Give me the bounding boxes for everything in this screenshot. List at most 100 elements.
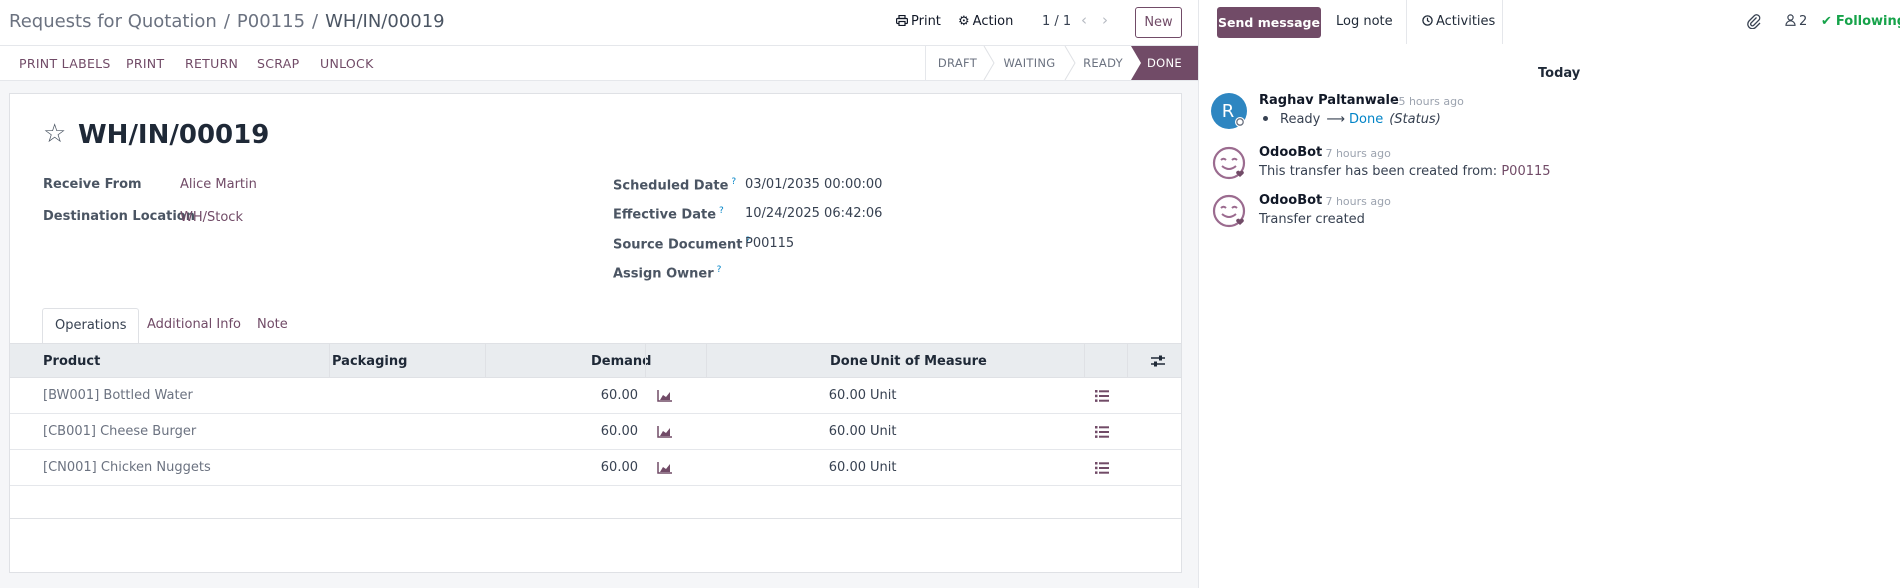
help-tooltip[interactable]: ? [719, 206, 724, 216]
chatter-message: R Raghav Paltanwale - 5 hours ago Ready ⟶… [1211, 93, 1891, 133]
activities-label: Activities [1436, 14, 1496, 29]
col-product[interactable]: Product [43, 354, 100, 369]
forecast-chart-icon[interactable] [657, 389, 673, 402]
source-document-field[interactable]: P00115 [745, 236, 794, 251]
odoobot-avatar[interactable] [1211, 145, 1247, 181]
followers-button[interactable]: 2 [1785, 14, 1807, 29]
message-body: Ready ⟶ Done (Status) [1259, 112, 1441, 127]
action-bar: PRINT LABELS PRINT RETURN SCRAP UNLOCK D… [0, 46, 1198, 81]
col-demand[interactable]: Demand [591, 354, 652, 369]
column-divider [645, 344, 646, 378]
help-tooltip[interactable]: ? [731, 177, 736, 187]
row-product: [CN001] Chicken Nuggets [43, 460, 211, 475]
record-title: WH/IN/00019 [78, 120, 270, 150]
row-done: 60.00 [828, 460, 866, 475]
tab-additional-info[interactable]: Additional Info [135, 308, 253, 344]
message-author[interactable]: OdooBot [1259, 193, 1322, 208]
col-uom[interactable]: Unit of Measure [870, 354, 987, 369]
activities-button[interactable]: Activities [1422, 14, 1495, 29]
table-row[interactable]: [BW001] Bottled Water 60.00 60.00 Unit [10, 378, 1181, 414]
receive-from-label: Receive From [43, 177, 142, 192]
chatter-panel: Send message Log note Activities 2 ✔ Foll… [1198, 0, 1900, 588]
message-body: Transfer created [1259, 212, 1365, 227]
scrap-button[interactable]: SCRAP [257, 56, 299, 71]
effective-date-field: 10/24/2025 06:42:06 [745, 206, 883, 221]
message-time: - 7 hours ago [1318, 147, 1391, 160]
table-row[interactable]: [CB001] Cheese Burger 60.00 60.00 Unit [10, 414, 1181, 450]
col-done[interactable]: Done [830, 354, 868, 369]
row-demand: 60.00 [600, 388, 638, 403]
receive-from-field[interactable]: Alice Martin [180, 177, 257, 192]
stage-draft[interactable]: DRAFT [925, 46, 989, 80]
action-label: Action [972, 14, 1014, 29]
following-button[interactable]: ✔ Following [1821, 14, 1900, 29]
log-note-button[interactable]: Log note [1336, 14, 1393, 29]
stage-done-active[interactable]: DONE [1131, 46, 1198, 80]
breadcrumb-separator: / [312, 11, 319, 32]
column-divider [1084, 344, 1085, 378]
print-labels-button[interactable]: PRINT LABELS [19, 56, 111, 71]
chatter-message: OdooBot - 7 hours ago Transfer created [1211, 193, 1891, 233]
divider [1502, 0, 1503, 44]
chevron-right-icon[interactable]: › [1102, 11, 1108, 29]
forecast-chart-icon[interactable] [657, 425, 673, 438]
source-document-label: Source Document? [613, 236, 751, 253]
breadcrumb: Requests for Quotation / P00115 / WH/IN/0001… [9, 11, 445, 32]
help-tooltip[interactable]: ? [717, 265, 722, 275]
stage-ready[interactable]: READY [1070, 46, 1136, 80]
column-divider [706, 344, 707, 378]
breadcrumb-rfq[interactable]: Requests for Quotation [9, 11, 217, 32]
odoobot-avatar[interactable] [1211, 193, 1247, 229]
destination-field[interactable]: WH/Stock [180, 210, 243, 225]
message-author[interactable]: OdooBot [1259, 145, 1322, 160]
forecast-chart-icon[interactable] [657, 461, 673, 474]
effective-date-label: Effective Date? [613, 206, 724, 223]
destination-label: Destination Location [43, 209, 195, 224]
breadcrumb-po[interactable]: P00115 [237, 11, 305, 32]
print-action-button[interactable]: PRINT [126, 56, 164, 71]
followers-count: 2 [1799, 14, 1808, 29]
return-button[interactable]: RETURN [185, 56, 238, 71]
scheduled-date-field[interactable]: 03/01/2035 00:00:00 [745, 177, 882, 192]
details-list-icon[interactable] [1095, 426, 1109, 438]
row-uom: Unit [870, 388, 897, 403]
print-button[interactable]: Print [896, 14, 941, 29]
assign-owner-field[interactable] [745, 265, 1045, 281]
pager-value[interactable]: 1 / 1 [1042, 14, 1071, 29]
optional-columns-icon[interactable] [1151, 355, 1165, 367]
tab-note[interactable]: Note [245, 308, 300, 344]
table-row[interactable]: [CN001] Chicken Nuggets 60.00 60.00 Unit [10, 450, 1181, 486]
bullet [1263, 116, 1268, 121]
old-status: Ready [1280, 112, 1321, 127]
message-body: This transfer has been created from: P00… [1259, 164, 1551, 179]
avatar[interactable]: R [1211, 93, 1247, 129]
column-divider [485, 344, 486, 378]
stage-waiting[interactable]: WAITING [989, 46, 1070, 80]
tab-operations[interactable]: Operations [42, 308, 140, 344]
user-icon [1785, 14, 1796, 26]
chevron-left-icon[interactable]: ‹ [1081, 11, 1087, 29]
gear-icon: ⚙ [958, 14, 970, 29]
unlock-button[interactable]: UNLOCK [320, 56, 374, 71]
table-header: Product Packaging Demand Done Unit of Me… [10, 343, 1181, 378]
paperclip-icon[interactable] [1746, 13, 1762, 29]
assign-owner-label: Assign Owner? [613, 265, 722, 282]
row-uom: Unit [870, 460, 897, 475]
arrow-right-icon: ⟶ [1326, 112, 1345, 127]
form-sheet: ☆ WH/IN/00019 Receive From Alice Martin … [9, 93, 1182, 573]
action-button[interactable]: ⚙ Action [958, 14, 1013, 29]
details-list-icon[interactable] [1095, 390, 1109, 402]
message-text: This transfer has been created from: [1259, 164, 1498, 179]
send-message-button[interactable]: Send message [1217, 7, 1321, 38]
svg-text:R: R [1222, 101, 1235, 122]
scheduled-date-label: Scheduled Date? [613, 177, 737, 194]
details-list-icon[interactable] [1095, 462, 1109, 474]
message-author[interactable]: Raghav Paltanwale [1259, 93, 1399, 108]
new-button[interactable]: New [1135, 7, 1182, 38]
clock-icon [1422, 15, 1433, 26]
source-link[interactable]: P00115 [1501, 164, 1550, 179]
star-icon[interactable]: ☆ [43, 119, 66, 149]
col-packaging[interactable]: Packaging [332, 354, 407, 369]
row-product: [BW001] Bottled Water [43, 388, 193, 403]
divider [1406, 0, 1407, 44]
